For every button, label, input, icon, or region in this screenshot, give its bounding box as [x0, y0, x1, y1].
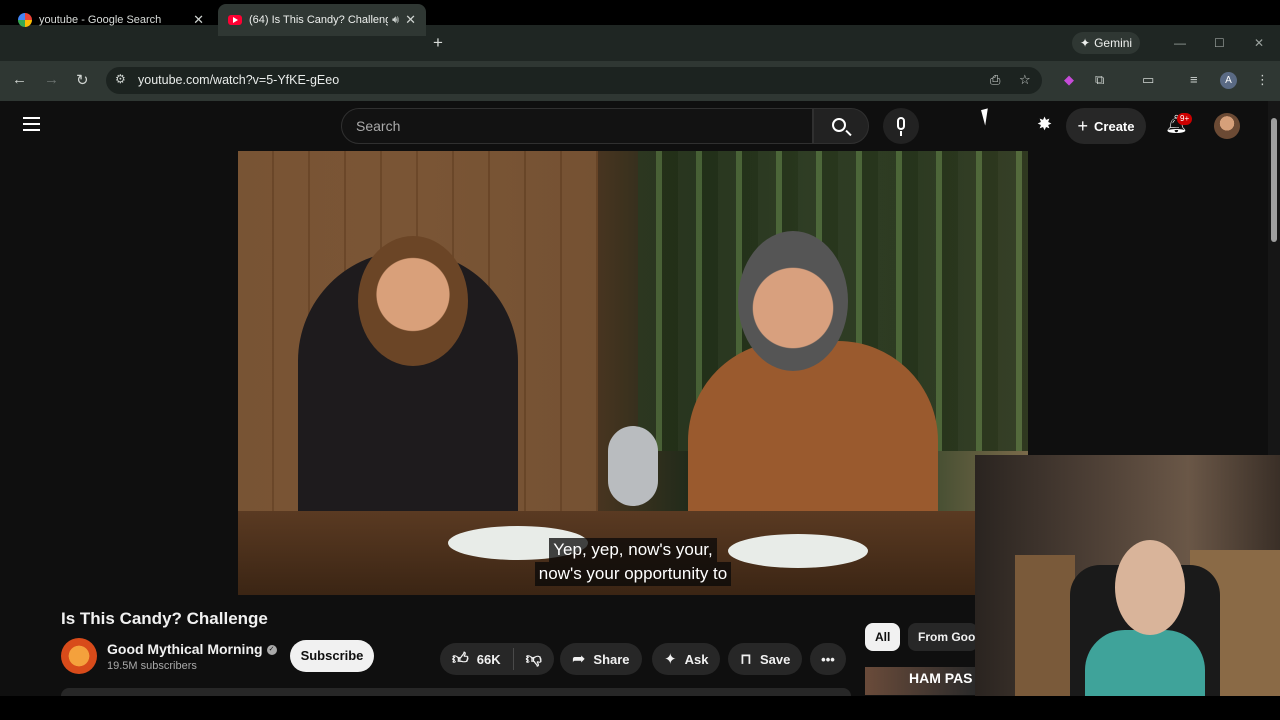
- media-control-icon[interactable]: ▭: [1142, 72, 1154, 88]
- plus-icon: +: [1077, 115, 1089, 136]
- search-input[interactable]: [341, 108, 813, 144]
- channel-avatar[interactable]: [61, 638, 97, 674]
- gemini-button[interactable]: ✦ Gemini: [1072, 32, 1141, 54]
- site-info-icon[interactable]: ⚙︎: [115, 72, 126, 86]
- forward-arrow-icon[interactable]: →: [44, 71, 59, 88]
- extension-app-icon[interactable]: ◆: [1064, 72, 1074, 88]
- install-app-icon[interactable]: ⎙: [990, 72, 1000, 88]
- youtube-icon: [228, 15, 242, 25]
- tab-google-search[interactable]: youtube - Google Search ✕: [8, 4, 214, 36]
- like-count: 66K: [476, 651, 501, 667]
- more-dots-icon: •••: [821, 651, 835, 667]
- create-button[interactable]: + Create: [1066, 108, 1146, 144]
- ask-label: Ask: [684, 651, 709, 667]
- search-placeholder: Search: [356, 118, 401, 134]
- browser-profile-avatar[interactable]: A: [1220, 72, 1237, 89]
- minimize-icon[interactable]: —: [1174, 36, 1186, 50]
- google-icon: [18, 13, 32, 27]
- audio-playing-icon[interactable]: 🔊︎: [392, 14, 399, 27]
- bookmark-icon: ⊓: [740, 651, 752, 668]
- bookmark-star-icon[interactable]: ☆: [1019, 72, 1031, 88]
- channel-name[interactable]: Good Mythical Morning: [107, 641, 263, 657]
- sparkle-icon: ✦: [1080, 36, 1091, 50]
- create-label: Create: [1094, 118, 1135, 134]
- caption-line-2: now's your opportunity to: [534, 562, 732, 586]
- ask-button[interactable]: ✦ Ask: [652, 643, 721, 675]
- menu-hamburger-icon[interactable]: [23, 117, 40, 131]
- browser-menu-icon[interactable]: ⋮: [1256, 72, 1269, 88]
- chip-all[interactable]: All: [865, 623, 901, 651]
- search-button[interactable]: [813, 108, 869, 144]
- thumbs-down-icon: 👎︎: [525, 650, 542, 668]
- save-button[interactable]: ⊓ Save: [728, 643, 803, 675]
- dislike-button[interactable]: 👎︎: [526, 650, 542, 669]
- like-button[interactable]: 👍︎ 66K: [452, 650, 501, 669]
- tab-search-icon[interactable]: ≡: [1190, 72, 1198, 87]
- account-avatar[interactable]: [1214, 113, 1240, 139]
- share-arrow-icon: ➦: [572, 651, 586, 668]
- subscriber-count: 19.5M subscribers: [107, 660, 197, 672]
- webcam-overlay: [975, 455, 1280, 720]
- video-player[interactable]: [238, 151, 1028, 595]
- video-captions: Yep, yep, now's your, now's your opportu…: [520, 538, 746, 586]
- tab-title: (64) Is This Candy? Challeng: [249, 14, 389, 26]
- tab-youtube-video[interactable]: (64) Is This Candy? Challeng 🔊︎ ✕: [218, 4, 426, 36]
- thumbs-up-icon: 👍︎: [452, 650, 469, 668]
- recommended-video-thumbnail[interactable]: HAM PAS: [865, 667, 975, 695]
- scrollbar-thumb[interactable]: [1271, 118, 1277, 242]
- share-label: Share: [593, 651, 630, 667]
- like-dislike-group: 👍︎ 66K 👎︎: [440, 643, 554, 675]
- more-actions-button[interactable]: •••: [810, 643, 846, 675]
- ai-sparkle-icon[interactable]: ✸: [1037, 114, 1052, 135]
- url-text[interactable]: youtube.com/watch?v=5-YfKE-gEeo: [138, 73, 339, 87]
- tab-title: youtube - Google Search: [39, 14, 162, 26]
- close-tab-icon[interactable]: ✕: [193, 12, 204, 28]
- back-arrow-icon[interactable]: ←: [12, 71, 27, 88]
- maximize-icon[interactable]: ☐: [1214, 36, 1225, 50]
- subscribe-button[interactable]: Subscribe: [290, 640, 374, 672]
- new-tab-button[interactable]: +: [433, 33, 443, 53]
- chip-from-channel[interactable]: From Good Mythical Morning: [908, 623, 978, 651]
- gemini-label: Gemini: [1094, 36, 1133, 50]
- caption-line-1: Yep, yep, now's your,: [549, 538, 717, 562]
- close-window-icon[interactable]: ✕: [1254, 36, 1264, 50]
- search-icon: [832, 118, 846, 132]
- voice-search-button[interactable]: [883, 108, 919, 144]
- share-button[interactable]: ➦ Share: [560, 643, 642, 675]
- extensions-puzzle-icon[interactable]: ⧉: [1095, 72, 1104, 88]
- sparkle-icon: ✦: [664, 651, 677, 668]
- secondary-column: [1028, 151, 1268, 454]
- close-tab-icon[interactable]: ✕: [405, 12, 416, 28]
- notification-count-badge: 9+: [1177, 113, 1193, 125]
- video-title: Is This Candy? Challenge: [61, 609, 268, 628]
- save-label: Save: [759, 651, 791, 667]
- reload-icon[interactable]: ↻: [76, 71, 89, 89]
- verified-check-icon: ✓: [266, 645, 277, 656]
- microphone-icon: [897, 117, 905, 130]
- description-box[interactable]: [61, 688, 851, 696]
- screen-bottom-bar: [0, 696, 1280, 720]
- channel-name-row[interactable]: Good Mythical Morning ✓: [107, 641, 277, 657]
